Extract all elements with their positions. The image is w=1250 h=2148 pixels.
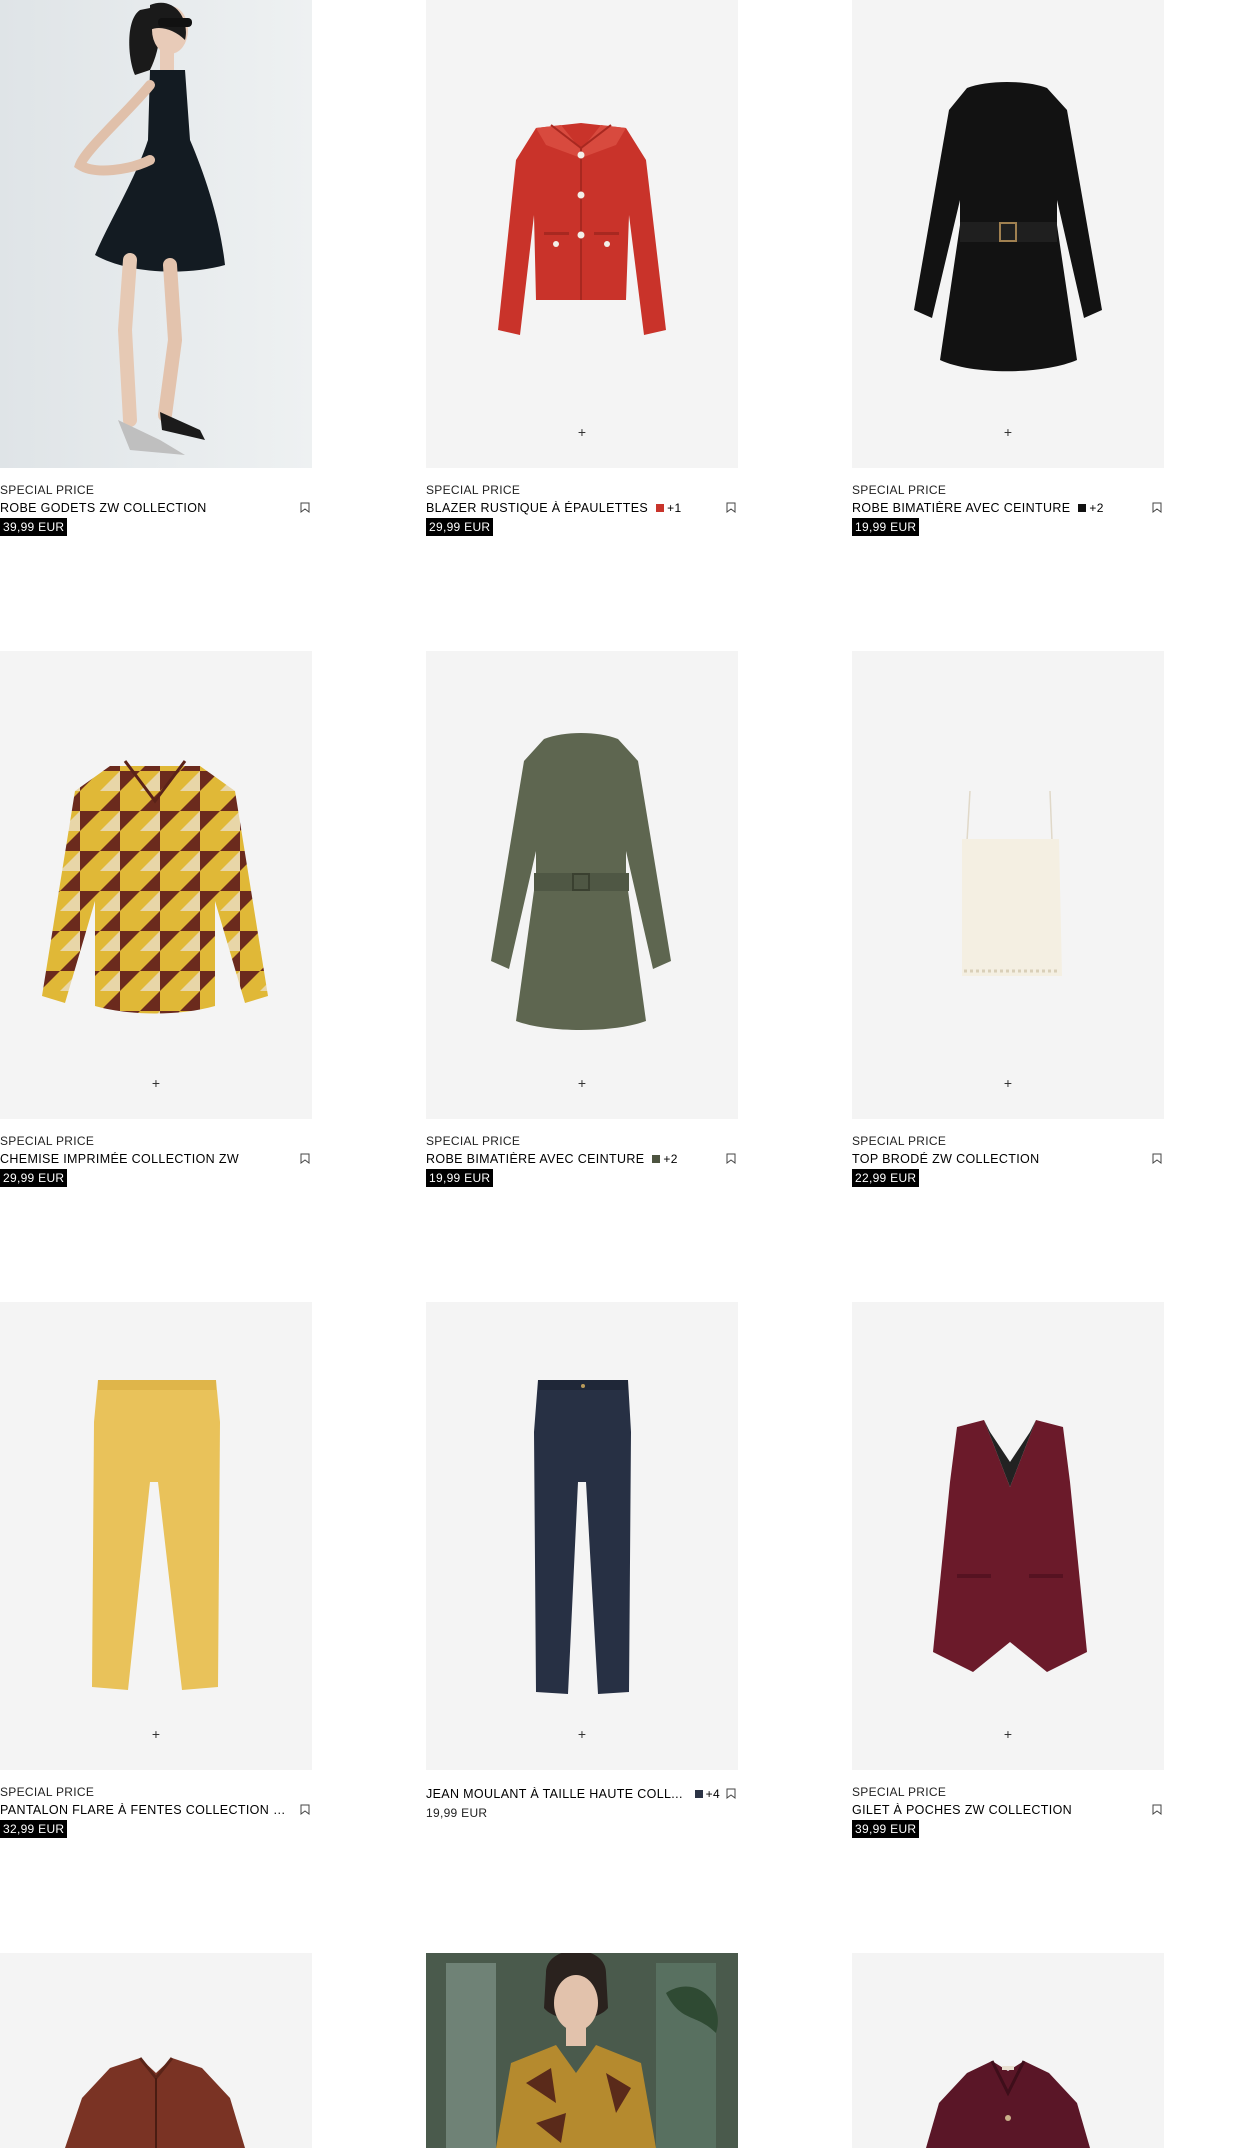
- add-to-cart-button[interactable]: +: [574, 1075, 590, 1091]
- product-image[interactable]: [0, 1953, 312, 2148]
- special-price-badge: SPECIAL PRICE: [0, 1785, 95, 1799]
- product-price: 29,99 EUR: [426, 518, 494, 536]
- special-price-badge: SPECIAL PRICE: [426, 483, 521, 497]
- product-name[interactable]: GILET À POCHES ZW COLLECTION: [852, 1803, 1150, 1817]
- product-image[interactable]: +: [852, 0, 1164, 468]
- black-belted-dress: [914, 82, 1102, 372]
- product-price: 29,99 EUR: [0, 1169, 68, 1187]
- product-card[interactable]: + SPECIAL PRICE CHEMISE IMPRIMÉE COLLECT…: [0, 651, 312, 1187]
- special-price-badge: SPECIAL PRICE: [852, 1134, 947, 1148]
- product-image[interactable]: +: [426, 0, 738, 468]
- special-price-badge: SPECIAL PRICE: [426, 1134, 521, 1148]
- product-image[interactable]: [0, 0, 312, 468]
- yellow-pants: [92, 1380, 220, 1690]
- product-card[interactable]: + SPECIAL PRICE ROBE BIMATIÈRE AVEC CEIN…: [426, 651, 738, 1187]
- bookmark-icon[interactable]: [724, 501, 738, 515]
- product-price: 22,99 EUR: [852, 1169, 920, 1187]
- product-image[interactable]: +: [426, 1302, 738, 1770]
- brown-leather-jacket: [65, 2057, 245, 2148]
- model-printed-shirt-photo: [426, 1953, 738, 2148]
- special-price-badge: SPECIAL PRICE: [852, 1785, 947, 1799]
- color-square-icon: [1078, 503, 1087, 512]
- product-image[interactable]: [852, 1953, 1164, 2148]
- bookmark-icon[interactable]: [1150, 1803, 1164, 1817]
- product-name[interactable]: PANTALON FLARE À FENTES COLLECTION ZW: [0, 1803, 298, 1817]
- dark-jeans: [534, 1380, 631, 1694]
- product-card[interactable]: + SPECIAL PRICE ROBE BIMATIÈRE AVEC CEIN…: [852, 0, 1164, 536]
- color-swatch[interactable]: +2: [652, 1152, 677, 1166]
- bookmark-icon[interactable]: [298, 1152, 312, 1166]
- product-price: 39,99 EUR: [852, 1820, 920, 1838]
- color-swatch[interactable]: +2: [1078, 501, 1103, 515]
- product-name[interactable]: ROBE BIMATIÈRE AVEC CEINTURE: [426, 1152, 652, 1166]
- burgundy-vest: [933, 1420, 1087, 1672]
- product-name[interactable]: CHEMISE IMPRIMÉE COLLECTION ZW: [0, 1152, 298, 1166]
- product-name[interactable]: JEAN MOULANT À TAILLE HAUTE COLL...: [426, 1787, 695, 1801]
- red-blazer: [498, 123, 666, 335]
- bookmark-icon[interactable]: [724, 1787, 738, 1801]
- color-square-icon: [652, 1154, 661, 1163]
- color-square-icon: [656, 503, 665, 512]
- product-image[interactable]: [426, 1953, 738, 2148]
- product-card[interactable]: + SPECIAL PRICE PANTALON FLARE À FENTES …: [0, 1302, 312, 1838]
- product-name[interactable]: BLAZER RUSTIQUE À ÉPAULETTES: [426, 501, 656, 515]
- product-price: 32,99 EUR: [0, 1820, 68, 1838]
- bookmark-icon[interactable]: [298, 1803, 312, 1817]
- product-image[interactable]: +: [852, 651, 1164, 1119]
- add-to-cart-button[interactable]: +: [148, 1726, 164, 1742]
- color-swatch[interactable]: +1: [656, 501, 681, 515]
- cream-top: [962, 790, 1062, 976]
- product-image[interactable]: +: [426, 651, 738, 1119]
- product-name[interactable]: TOP BRODÉ ZW COLLECTION: [852, 1152, 1150, 1166]
- bookmark-icon[interactable]: [1150, 501, 1164, 515]
- printed-shirt: [42, 760, 268, 1014]
- product-price: 19,99 EUR: [852, 518, 920, 536]
- product-card[interactable]: + JEAN MOULANT À TAILLE HAUTE COLL... +4…: [426, 1302, 738, 1822]
- product-card[interactable]: + SPECIAL PRICE BLAZER RUSTIQUE À ÉPAULE…: [426, 0, 738, 536]
- add-to-cart-button[interactable]: +: [574, 1726, 590, 1742]
- model-dress-photo: [0, 0, 312, 468]
- special-price-badge: SPECIAL PRICE: [0, 1134, 95, 1148]
- burgundy-cardigan: [926, 2060, 1090, 2148]
- add-to-cart-button[interactable]: +: [148, 1075, 164, 1091]
- color-square-icon: [694, 1789, 703, 1798]
- product-image[interactable]: +: [852, 1302, 1164, 1770]
- bookmark-icon[interactable]: [298, 501, 312, 515]
- product-card[interactable]: SPECIAL PRICE ROBE GODETS ZW COLLECTION …: [0, 0, 312, 536]
- add-to-cart-button[interactable]: +: [1000, 1075, 1016, 1091]
- special-price-badge: SPECIAL PRICE: [852, 483, 947, 497]
- product-image[interactable]: +: [0, 1302, 312, 1770]
- product-card[interactable]: [0, 1953, 312, 2148]
- product-name[interactable]: ROBE BIMATIÈRE AVEC CEINTURE: [852, 501, 1078, 515]
- product-price: 19,99 EUR: [426, 1169, 494, 1187]
- bookmark-icon[interactable]: [1150, 1152, 1164, 1166]
- khaki-belted-dress: [491, 733, 671, 1030]
- add-to-cart-button[interactable]: +: [1000, 1726, 1016, 1742]
- color-swatch[interactable]: +4: [694, 1787, 720, 1801]
- product-card[interactable]: [426, 1953, 738, 2148]
- product-card[interactable]: + SPECIAL PRICE TOP BRODÉ ZW COLLECTION …: [852, 651, 1164, 1187]
- add-to-cart-button[interactable]: +: [1000, 424, 1016, 440]
- product-card[interactable]: [852, 1953, 1164, 2148]
- product-price: 19,99 EUR: [426, 1806, 488, 1820]
- add-to-cart-button[interactable]: +: [574, 424, 590, 440]
- product-name[interactable]: ROBE GODETS ZW COLLECTION: [0, 501, 298, 515]
- product-image[interactable]: +: [0, 651, 312, 1119]
- product-price: 39,99 EUR: [0, 518, 68, 536]
- product-card[interactable]: + SPECIAL PRICE GILET À POCHES ZW COLLEC…: [852, 1302, 1164, 1838]
- bookmark-icon[interactable]: [724, 1152, 738, 1166]
- special-price-badge: SPECIAL PRICE: [0, 483, 95, 497]
